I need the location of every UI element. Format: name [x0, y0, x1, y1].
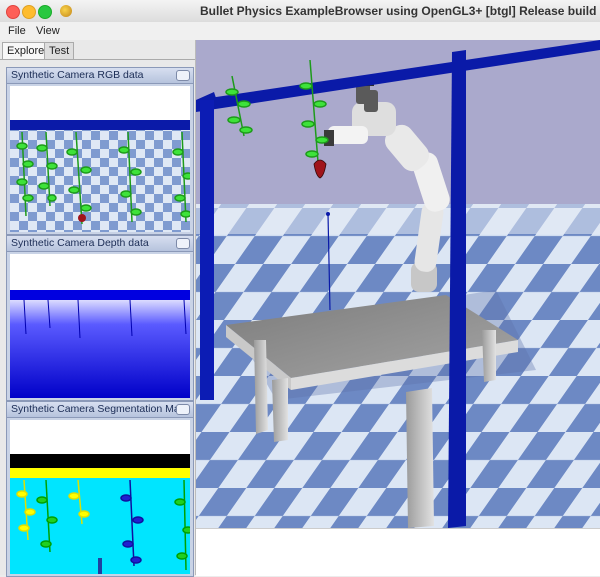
rgb-camera-view — [10, 86, 190, 232]
table-leg-back-right — [482, 330, 496, 382]
depth-camera-view — [10, 254, 190, 398]
menu-bar: File View — [0, 22, 600, 41]
main-3d-viewport[interactable] — [196, 40, 600, 528]
menu-file[interactable]: File — [8, 25, 26, 37]
rgb-camera-header[interactable]: Synthetic Camera RGB data — [7, 68, 193, 84]
depth-camera-collapse-button[interactable] — [176, 238, 190, 249]
table-leg-front — [406, 388, 434, 528]
segmentation-camera-panel: Synthetic Camera Segmentation Mask — [6, 401, 194, 577]
window-title: Bullet Physics ExampleBrowser using Open… — [200, 4, 597, 18]
menu-view[interactable]: View — [36, 25, 60, 37]
table-leg-back-left — [254, 340, 268, 434]
segmentation-camera-title: Synthetic Camera Segmentation Mask — [11, 403, 191, 415]
tab-divider — [0, 59, 195, 60]
depth-camera-image — [10, 254, 190, 398]
rgb-camera-panel: Synthetic Camera RGB data — [6, 67, 194, 235]
sky — [196, 40, 600, 210]
minimize-window-button[interactable] — [22, 5, 36, 19]
depth-camera-title: Synthetic Camera Depth data — [11, 237, 149, 249]
tab-test[interactable]: Test — [44, 42, 75, 59]
rgb-camera-title: Synthetic Camera RGB data — [11, 69, 144, 81]
rgb-camera-collapse-button[interactable] — [176, 70, 190, 81]
depth-camera-header[interactable]: Synthetic Camera Depth data — [7, 236, 193, 252]
segmentation-camera-image — [10, 420, 190, 574]
explorer-panel: Explorer Test Synthetic Camera RGB data — [0, 40, 196, 577]
close-window-button[interactable] — [6, 5, 20, 19]
rgb-strawberry — [78, 214, 86, 222]
segmentation-strawberry — [98, 558, 102, 574]
zoom-window-button[interactable] — [38, 5, 52, 19]
segmentation-camera-view — [10, 420, 190, 574]
app-icon — [60, 5, 72, 17]
depth-camera-panel: Synthetic Camera Depth data — [6, 235, 194, 401]
window-titlebar: Bullet Physics ExampleBrowser using Open… — [0, 0, 600, 23]
bottom-status-area — [196, 528, 600, 576]
rgb-camera-image — [10, 86, 190, 232]
segmentation-camera-header[interactable]: Synthetic Camera Segmentation Mask — [7, 402, 193, 418]
scene-render — [196, 40, 600, 528]
segmentation-camera-collapse-button[interactable] — [176, 404, 190, 415]
